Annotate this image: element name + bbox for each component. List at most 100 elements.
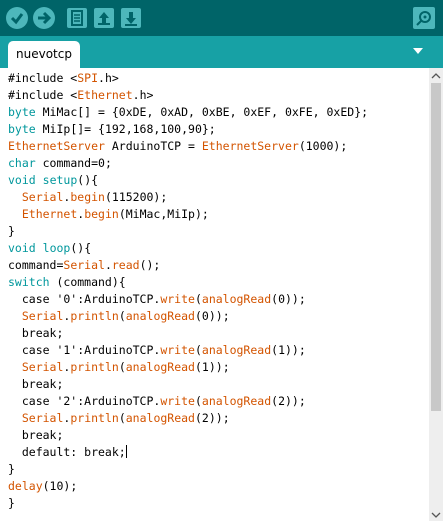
tab-menu-button[interactable] (409, 43, 427, 59)
code-line: void loop(){ (8, 240, 368, 257)
code-token: (){ (77, 173, 99, 187)
code-token: (2)); (195, 411, 230, 425)
code-token: ArduinoTCP = (104, 139, 202, 153)
code-line: #include <SPI.h> (8, 70, 368, 87)
code-token: analogRead (125, 360, 195, 374)
code-token: Serial (21, 309, 64, 323)
code-token: case '1':ArduinoTCP. (8, 343, 161, 357)
code-token: Serial (63, 258, 105, 272)
code-token: begin (84, 207, 119, 221)
code-line: Serial.println(analogRead(1)); (8, 359, 368, 376)
code-token: write (160, 394, 195, 408)
chevron-down-icon (409, 43, 427, 59)
tab-bar: nuevotcp (0, 36, 443, 68)
code-token: (MiMac,MiIp); (118, 207, 209, 221)
vertical-scrollbar[interactable] (429, 68, 443, 521)
code-token: (1)); (195, 360, 230, 374)
code-token: ( (194, 292, 202, 306)
code-token: println (70, 360, 119, 374)
code-line: } (8, 461, 368, 478)
code-token: #include < (8, 71, 78, 85)
code-text: #include <SPI.h> #include <Ethernet.h> byt… (8, 70, 368, 512)
code-line: Serial.println(analogRead(0)); (8, 308, 368, 325)
code-token: command=0; (35, 156, 112, 170)
code-token: analogRead (125, 411, 195, 425)
code-token: break; (8, 428, 64, 442)
code-token: delay (8, 479, 43, 493)
code-token: } (8, 462, 15, 476)
code-token: println (70, 411, 119, 425)
code-token: setup (42, 173, 78, 187)
code-token: char (8, 156, 36, 170)
code-token: Serial (21, 190, 64, 204)
serial-monitor-button[interactable] (413, 7, 435, 29)
code-line: delay(10); (8, 478, 368, 495)
code-line: case '0':ArduinoTCP.write(analogRead(0))… (8, 291, 368, 308)
code-line: void setup(){ (8, 172, 368, 189)
code-line: #include <Ethernet.h> (8, 87, 368, 104)
code-token: MiMac[] = {0xDE, 0xAD, 0xBE, 0xEF, 0xFE,… (35, 105, 369, 119)
code-line: switch (command){ (8, 274, 368, 291)
code-editor[interactable]: #include <SPI.h> #include <Ethernet.h> byt… (0, 68, 429, 521)
upload-button[interactable] (33, 7, 55, 29)
code-token: switch (8, 275, 50, 289)
chevron-down-icon (431, 512, 441, 518)
code-token: (115200); (104, 190, 168, 204)
code-token: EthernetServer (201, 139, 299, 153)
tab-nuevotcp[interactable]: nuevotcp (8, 41, 80, 68)
code-token: default: break; (8, 445, 126, 459)
scroll-down-button[interactable] (429, 507, 443, 521)
code-line: Ethernet.begin(MiMac,MiIp); (8, 206, 368, 223)
verify-button[interactable] (6, 7, 28, 29)
code-token: void (8, 241, 36, 255)
code-token: .h> (98, 71, 119, 85)
code-token: byte (8, 122, 36, 136)
code-token: (1000); (298, 139, 348, 153)
code-token: void (8, 173, 36, 187)
code-line: break; (8, 427, 368, 444)
code-line: byte MiIp[]= {192,168,100,90}; (8, 121, 368, 138)
code-token: ( (194, 343, 202, 357)
code-token: MiIp[]= {192,168,100,90}; (35, 122, 216, 136)
save-button[interactable] (121, 8, 141, 28)
toolbar (0, 0, 443, 36)
code-token: (){ (70, 241, 92, 255)
code-token: (1)); (271, 343, 306, 357)
code-line: case '1':ArduinoTCP.write(analogRead(1))… (8, 342, 368, 359)
code-line: EthernetServer ArduinoTCP = EthernetServ… (8, 138, 368, 155)
code-token: ( (118, 309, 126, 323)
code-token: EthernetServer (8, 139, 105, 153)
code-token: (2)); (271, 394, 306, 408)
code-token: .h> (132, 88, 154, 102)
code-token: (command){ (49, 275, 126, 289)
code-token: break; (8, 377, 64, 391)
code-token: byte (8, 105, 36, 119)
code-token: Ethernet (77, 88, 133, 102)
new-button[interactable] (67, 8, 87, 28)
code-token: #include < (8, 88, 78, 102)
code-line: command=Serial.read(); (8, 257, 368, 274)
code-line: break; (8, 376, 368, 393)
code-token: } (8, 496, 15, 510)
code-token: (0)); (271, 292, 306, 306)
code-token: case '0':ArduinoTCP. (8, 292, 161, 306)
code-token: analogRead (201, 343, 272, 357)
code-token: loop (42, 241, 71, 255)
scroll-up-button[interactable] (429, 68, 443, 82)
open-button[interactable] (94, 8, 114, 28)
code-line: Serial.begin(115200); (8, 189, 368, 206)
code-line: } (8, 223, 368, 240)
code-token: analogRead (201, 292, 272, 306)
magnifier-icon (416, 11, 431, 26)
code-token: println (70, 309, 119, 323)
scrollbar-thumb[interactable] (431, 83, 441, 411)
code-token: Serial (21, 411, 64, 425)
code-line: Serial.println(analogRead(2)); (8, 410, 368, 427)
code-token: } (8, 224, 15, 238)
arrow-down-icon (125, 12, 137, 26)
